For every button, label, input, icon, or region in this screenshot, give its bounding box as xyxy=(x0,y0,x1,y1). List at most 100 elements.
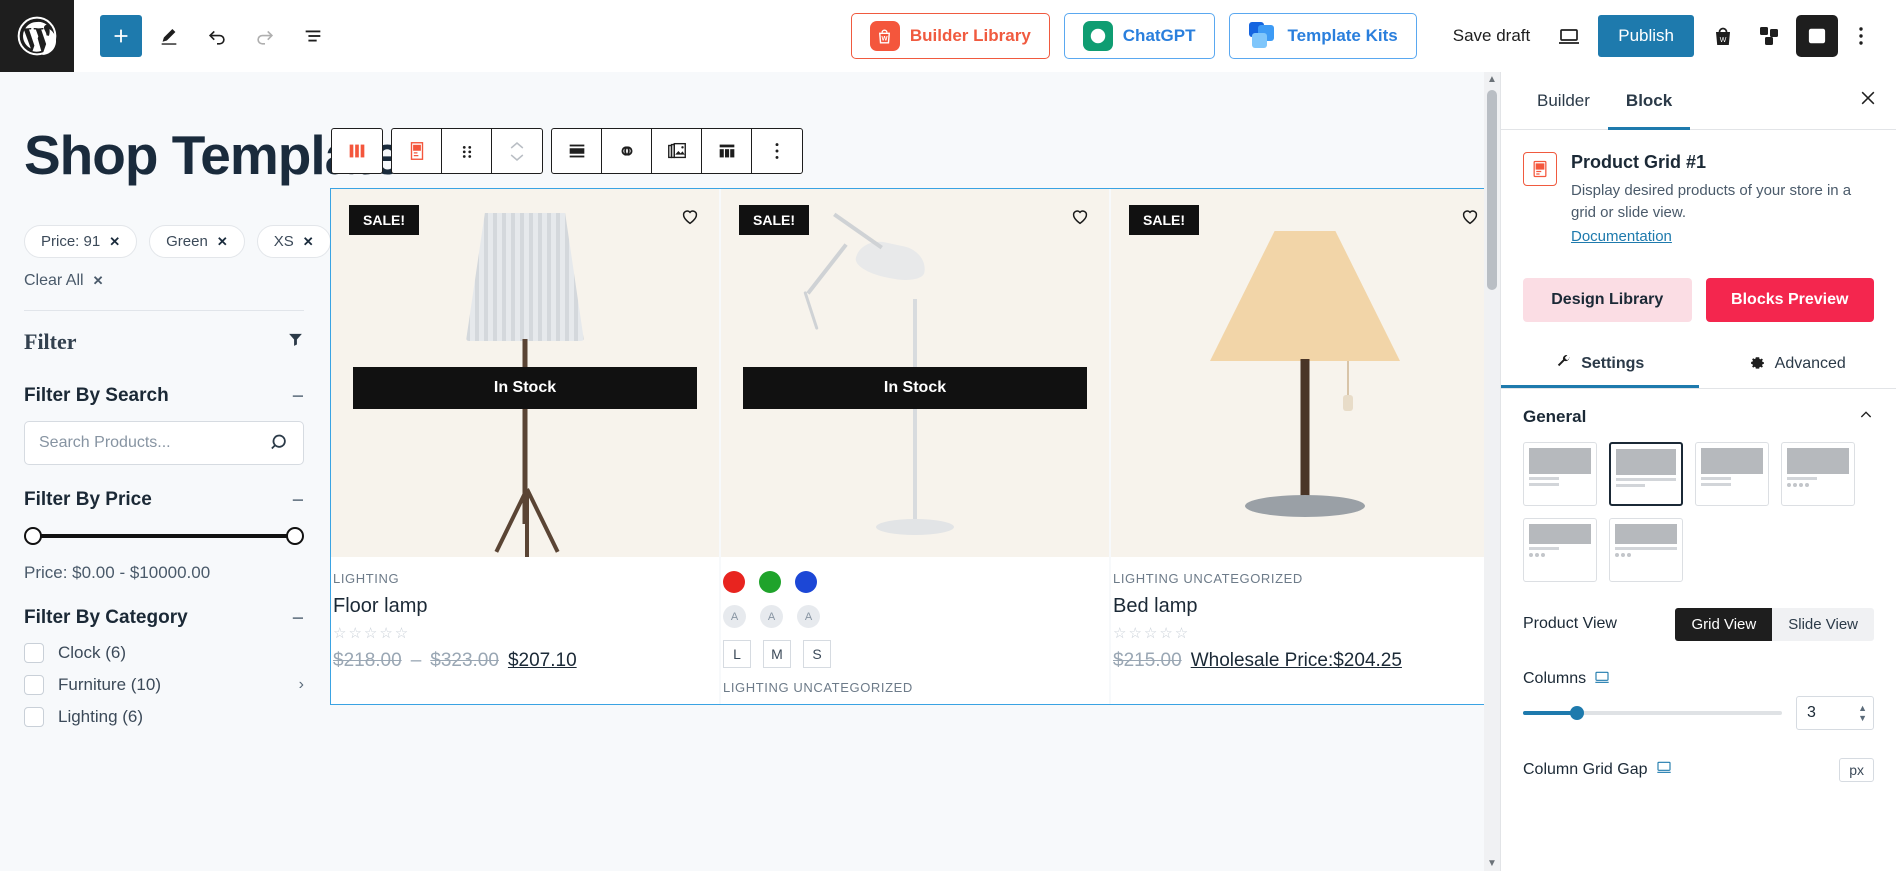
chevron-right-icon[interactable]: › xyxy=(299,676,304,694)
attribute-swatch[interactable]: A xyxy=(797,605,820,628)
product-grid-block[interactable]: SALE! In Stock LIGHTING Floor lamp ☆☆☆☆☆… xyxy=(330,188,1500,705)
chatgpt-button[interactable]: ChatGPT xyxy=(1063,13,1215,59)
desktop-preview-icon[interactable] xyxy=(1546,13,1592,59)
product-title[interactable]: Floor lamp xyxy=(333,595,717,618)
color-swatches[interactable] xyxy=(723,571,1107,593)
wishlist-heart-icon[interactable] xyxy=(679,205,701,232)
undo-icon[interactable] xyxy=(196,15,238,57)
size-option[interactable]: S xyxy=(803,640,831,668)
slider-handle-min[interactable] xyxy=(24,527,42,545)
wordpress-logo-icon[interactable] xyxy=(0,0,74,72)
tab-builder[interactable]: Builder xyxy=(1519,72,1608,130)
color-swatch-red[interactable] xyxy=(723,571,745,593)
category-item-furniture[interactable]: Furniture (10) › xyxy=(24,675,304,695)
documentation-link[interactable]: Documentation xyxy=(1571,228,1672,245)
select-parent-block-icon[interactable] xyxy=(392,129,442,173)
tab-advanced[interactable]: Advanced xyxy=(1699,340,1896,388)
product-title[interactable]: Bed lamp xyxy=(1113,595,1497,618)
shop-bag-icon[interactable]: W xyxy=(1700,13,1746,59)
move-up-down-icon[interactable] xyxy=(492,129,542,173)
attribute-swatch[interactable]: A xyxy=(760,605,783,628)
wishlist-heart-icon[interactable] xyxy=(1459,205,1481,232)
redo-icon[interactable] xyxy=(244,15,286,57)
chevron-up-icon[interactable] xyxy=(1858,407,1874,428)
media-icon[interactable] xyxy=(652,129,702,173)
general-section-header[interactable]: General xyxy=(1501,389,1896,442)
tab-block[interactable]: Block xyxy=(1608,72,1690,130)
close-icon[interactable] xyxy=(1858,88,1878,113)
category-item-lighting[interactable]: Lighting (6) xyxy=(24,707,304,727)
add-block-button[interactable] xyxy=(100,15,142,57)
scroll-down-arrow[interactable]: ▼ xyxy=(1487,858,1497,869)
slide-view-option[interactable]: Slide View xyxy=(1772,607,1874,641)
columns-number-input[interactable]: 3 ▲ ▼ xyxy=(1796,695,1874,730)
unit-selector[interactable]: px xyxy=(1839,757,1874,782)
collapse-icon[interactable]: − xyxy=(292,608,304,629)
color-swatch-green[interactable] xyxy=(759,571,781,593)
layout-option-5[interactable] xyxy=(1523,517,1597,582)
product-card[interactable]: SALE! In Stock xyxy=(721,189,1109,704)
close-icon[interactable]: ✕ xyxy=(109,234,120,250)
search-input[interactable] xyxy=(24,421,304,465)
columns-slider[interactable] xyxy=(1523,705,1782,720)
category-item-clock[interactable]: Clock (6) xyxy=(24,643,304,663)
grid-view-option[interactable]: Grid View xyxy=(1675,607,1773,641)
settings-sidebar-icon[interactable] xyxy=(1796,15,1838,57)
link-icon[interactable] xyxy=(602,129,652,173)
checkbox[interactable] xyxy=(24,675,44,695)
blocks-icon[interactable] xyxy=(1746,13,1792,59)
responsive-device-icon[interactable] xyxy=(1594,669,1610,690)
publish-button[interactable]: Publish xyxy=(1598,15,1694,57)
tab-settings[interactable]: Settings xyxy=(1501,340,1699,388)
attribute-swatches[interactable]: A A A xyxy=(723,605,1107,628)
product-card[interactable]: SALE! In Stock xyxy=(331,189,719,704)
close-icon[interactable]: ✕ xyxy=(217,234,228,250)
collapse-icon[interactable]: − xyxy=(292,490,304,511)
canvas-scrollbar[interactable]: ▲ ▼ xyxy=(1484,72,1500,871)
stock-status-button[interactable]: In Stock xyxy=(353,367,697,409)
filter-chip[interactable]: Green ✕ xyxy=(149,225,245,258)
blocks-preview-button[interactable]: Blocks Preview xyxy=(1705,277,1874,322)
close-icon[interactable]: ✕ xyxy=(303,234,314,250)
product-view-toggle[interactable]: Grid View Slide View xyxy=(1675,607,1874,641)
number-stepper[interactable]: ▲ ▼ xyxy=(1858,703,1867,722)
wishlist-heart-icon[interactable] xyxy=(1069,205,1091,232)
filter-funnel-icon[interactable] xyxy=(287,331,304,353)
builder-library-button[interactable]: W Builder Library xyxy=(850,13,1050,59)
search-icon[interactable] xyxy=(270,432,291,458)
options-menu-icon[interactable] xyxy=(1838,13,1884,59)
edit-pencil-icon[interactable] xyxy=(148,15,190,57)
size-option[interactable]: L xyxy=(723,640,751,668)
product-card[interactable]: SALE! LIGHTING UNCATEGORIZED Bed lamp ☆☆… xyxy=(1111,189,1499,704)
save-draft-button[interactable]: Save draft xyxy=(1437,26,1547,46)
filter-chip[interactable]: XS ✕ xyxy=(256,225,331,258)
filter-chip[interactable]: Price: 91 ✕ xyxy=(24,225,138,258)
layout-option-2[interactable] xyxy=(1609,441,1683,506)
list-view-icon[interactable] xyxy=(292,15,334,57)
checkbox[interactable] xyxy=(24,643,44,663)
layout-option-6[interactable] xyxy=(1609,517,1683,582)
layout-grid-icon[interactable] xyxy=(702,129,752,173)
collapse-icon[interactable]: − xyxy=(292,386,304,407)
clear-all-filters-button[interactable]: Clear All ✕ xyxy=(24,272,304,290)
scrollbar-thumb[interactable] xyxy=(1487,90,1497,290)
drag-handle-icon[interactable] xyxy=(442,129,492,173)
design-library-button[interactable]: Design Library xyxy=(1523,277,1692,322)
color-swatch-blue[interactable] xyxy=(795,571,817,593)
template-kits-button[interactable]: Template Kits xyxy=(1228,13,1417,59)
responsive-device-icon[interactable] xyxy=(1656,759,1672,780)
slider-handle-max[interactable] xyxy=(286,527,304,545)
checkbox[interactable] xyxy=(24,707,44,727)
product-grid-block-icon[interactable] xyxy=(332,129,382,173)
price-range-slider[interactable] xyxy=(24,525,304,547)
layout-option-1[interactable] xyxy=(1523,441,1597,506)
size-option[interactable]: M xyxy=(763,640,791,668)
slider-knob[interactable] xyxy=(1570,705,1585,720)
more-options-icon[interactable] xyxy=(752,129,802,173)
align-icon[interactable] xyxy=(552,129,602,173)
size-options[interactable]: L M S xyxy=(723,640,1107,668)
layout-option-4[interactable] xyxy=(1781,441,1855,506)
attribute-swatch[interactable]: A xyxy=(723,605,746,628)
scroll-up-arrow[interactable]: ▲ xyxy=(1487,74,1497,85)
layout-option-3[interactable] xyxy=(1695,441,1769,506)
